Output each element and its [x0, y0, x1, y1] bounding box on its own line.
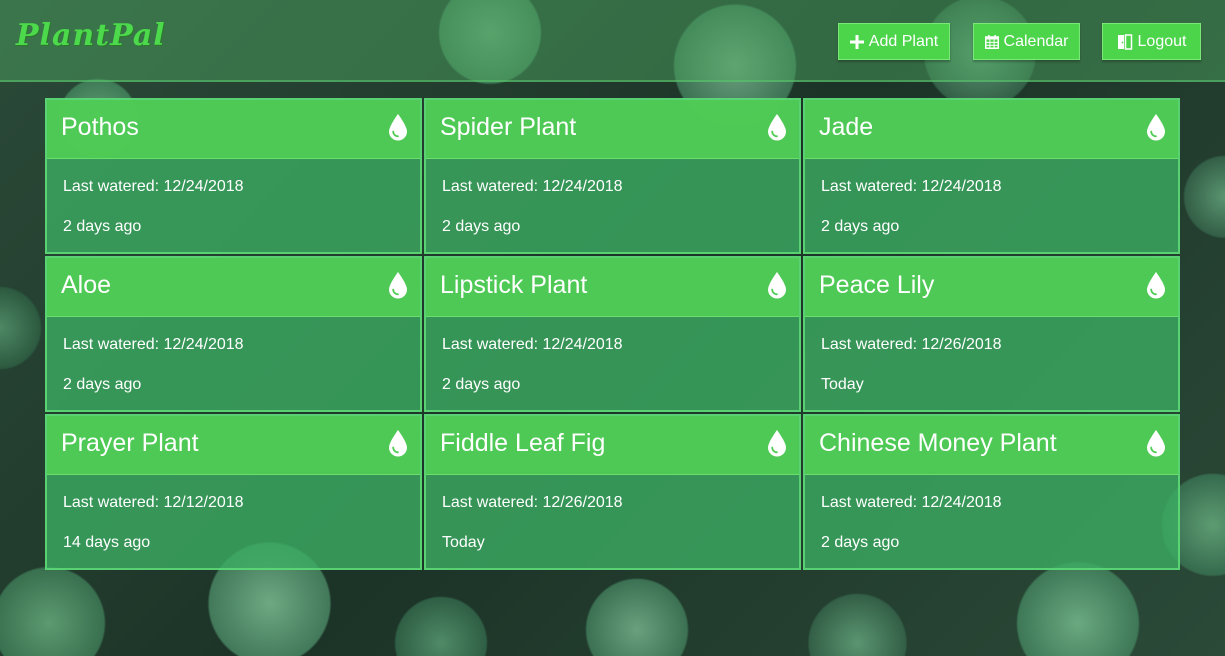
days-ago-text: Today: [442, 534, 485, 551]
last-watered-text: Last watered: 12/24/2018: [63, 336, 244, 353]
plant-name: Spider Plant: [440, 113, 577, 141]
plant-card[interactable]: Peace Lily Last watered: 12/26/2018 Toda…: [803, 256, 1180, 412]
water-drop-icon[interactable]: [388, 271, 408, 299]
water-drop-icon[interactable]: [767, 113, 787, 141]
app-logo[interactable]: PlantPal: [16, 18, 166, 53]
plant-card[interactable]: Prayer Plant Last watered: 12/12/2018 14…: [45, 414, 422, 570]
door-exit-icon: [1117, 33, 1133, 50]
days-ago-text: 14 days ago: [63, 534, 151, 551]
days-ago-text: 2 days ago: [63, 376, 142, 393]
last-watered-text: Last watered: 12/24/2018: [821, 178, 1002, 195]
plant-card[interactable]: Spider Plant Last watered: 12/24/2018 2 …: [424, 98, 801, 254]
add-plant-label: Add Plant: [868, 32, 939, 50]
plant-name: Pothos: [61, 113, 139, 141]
last-watered-text: Last watered: 12/26/2018: [442, 494, 623, 511]
card-header: Chinese Money Plant: [805, 416, 1178, 475]
calendar-icon: [984, 34, 999, 49]
plant-name: Fiddle Leaf Fig: [440, 429, 606, 457]
last-watered-text: Last watered: 12/12/2018: [63, 494, 244, 511]
top-navbar: PlantPal Add Plant Calendar Logout: [0, 0, 1225, 82]
card-header: Jade: [805, 100, 1178, 159]
last-watered-text: Last watered: 12/26/2018: [821, 336, 1002, 353]
days-ago-text: Today: [821, 376, 864, 393]
days-ago-text: 2 days ago: [442, 376, 521, 393]
water-drop-icon[interactable]: [767, 271, 787, 299]
last-watered-text: Last watered: 12/24/2018: [63, 178, 244, 195]
add-plant-button[interactable]: Add Plant: [838, 23, 950, 60]
plant-card[interactable]: Jade Last watered: 12/24/2018 2 days ago: [803, 98, 1180, 254]
plant-name: Chinese Money Plant: [819, 429, 1057, 457]
plant-card[interactable]: Aloe Last watered: 12/24/2018 2 days ago: [45, 256, 422, 412]
plant-name: Aloe: [61, 271, 112, 299]
calendar-button[interactable]: Calendar: [973, 23, 1080, 60]
water-drop-icon[interactable]: [1146, 429, 1166, 457]
plant-grid: Pothos Last watered: 12/24/2018 2 days a…: [45, 98, 1181, 570]
plant-card[interactable]: Chinese Money Plant Last watered: 12/24/…: [803, 414, 1180, 570]
water-drop-icon[interactable]: [1146, 271, 1166, 299]
last-watered-text: Last watered: 12/24/2018: [442, 336, 623, 353]
water-drop-icon[interactable]: [388, 113, 408, 141]
logout-label: Logout: [1137, 32, 1187, 50]
card-header: Lipstick Plant: [426, 258, 799, 317]
card-header: Peace Lily: [805, 258, 1178, 317]
calendar-label: Calendar: [1003, 32, 1069, 50]
days-ago-text: 2 days ago: [821, 534, 900, 551]
card-header: Aloe: [47, 258, 420, 317]
card-header: Spider Plant: [426, 100, 799, 159]
plant-card[interactable]: Fiddle Leaf Fig Last watered: 12/26/2018…: [424, 414, 801, 570]
days-ago-text: 2 days ago: [63, 218, 142, 235]
plant-name: Prayer Plant: [61, 429, 199, 457]
card-header: Pothos: [47, 100, 420, 159]
water-drop-icon[interactable]: [1146, 113, 1166, 141]
card-header: Fiddle Leaf Fig: [426, 416, 799, 475]
water-drop-icon[interactable]: [388, 429, 408, 457]
plus-icon: [849, 34, 864, 49]
last-watered-text: Last watered: 12/24/2018: [442, 178, 623, 195]
plant-card[interactable]: Lipstick Plant Last watered: 12/24/2018 …: [424, 256, 801, 412]
plant-name: Peace Lily: [819, 271, 935, 299]
water-drop-icon[interactable]: [767, 429, 787, 457]
plant-card[interactable]: Pothos Last watered: 12/24/2018 2 days a…: [45, 98, 422, 254]
card-header: Prayer Plant: [47, 416, 420, 475]
logout-button[interactable]: Logout: [1102, 23, 1201, 60]
days-ago-text: 2 days ago: [442, 218, 521, 235]
days-ago-text: 2 days ago: [821, 218, 900, 235]
plant-name: Lipstick Plant: [440, 271, 588, 299]
plant-name: Jade: [819, 113, 874, 141]
last-watered-text: Last watered: 12/24/2018: [821, 494, 1002, 511]
